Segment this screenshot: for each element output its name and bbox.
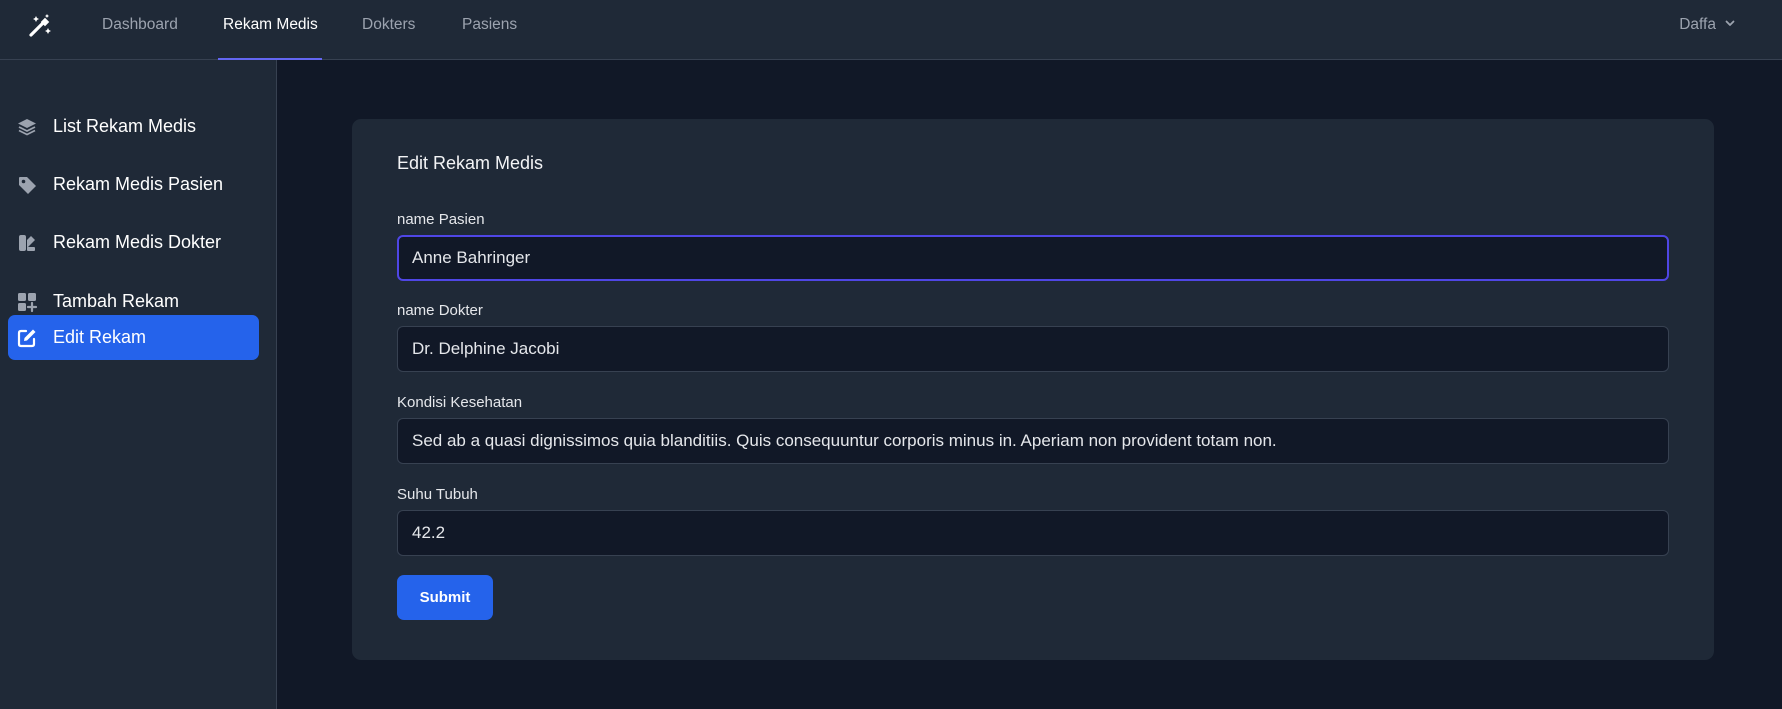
nav-link-pasiens[interactable]: Pasiens — [462, 0, 517, 60]
grid-plus-icon — [16, 291, 38, 313]
suhu-tubuh-input[interactable] — [397, 510, 1669, 556]
submit-button[interactable]: Submit — [397, 575, 493, 620]
swatch-icon — [16, 232, 38, 254]
sidebar-item-label: List Rekam Medis — [53, 116, 197, 136]
nama-pasien-label: name Pasien — [397, 211, 485, 228]
sidebar-item-rekam-medis-pasien[interactable]: Rekam Medis Pasien — [8, 162, 259, 207]
tag-icon — [16, 174, 38, 196]
nav-link-dashboard[interactable]: Dashboard — [102, 0, 178, 60]
suhu-tubuh-label: Suhu Tubuh — [397, 486, 478, 503]
form-title: Edit Rekam Medis — [397, 153, 544, 173]
nama-dokter-input[interactable] — [397, 326, 1669, 372]
nav-link-rekam-medis[interactable]: Rekam Medis — [223, 0, 318, 60]
nama-dokter-label: name Dokter — [397, 302, 483, 319]
edit-form-card: Edit Rekam Medis name Pasien name Dokter… — [352, 119, 1714, 660]
kondisi-kesehatan-input[interactable] — [397, 418, 1669, 464]
sidebar: List Rekam Medis Rekam Medis Pasien Reka… — [0, 60, 277, 709]
top-navbar: Dashboard Rekam Medis Dokters Pasiens Da… — [0, 0, 1782, 60]
sidebar-item-label: Rekam Medis Dokter — [53, 232, 222, 252]
edit-icon — [16, 327, 38, 349]
sidebar-item-list-rekam-medis[interactable]: List Rekam Medis — [8, 104, 259, 149]
user-name: Daffa — [1679, 16, 1716, 33]
layers-icon — [16, 116, 38, 138]
nav-link-dokters[interactable]: Dokters — [362, 0, 415, 60]
user-menu[interactable]: Daffa — [1679, 0, 1736, 50]
kondisi-kesehatan-label: Kondisi Kesehatan — [397, 394, 523, 411]
sidebar-item-label: Rekam Medis Pasien — [53, 174, 224, 194]
sidebar-item-edit-rekam[interactable]: Edit Rekam — [8, 315, 259, 360]
sidebar-item-label: Edit Rekam — [53, 327, 147, 347]
sidebar-item-label: Tambah Rekam — [53, 291, 180, 311]
chevron-down-icon — [1724, 16, 1736, 34]
magic-wand-icon[interactable] — [26, 12, 54, 40]
nama-pasien-input[interactable] — [397, 235, 1669, 281]
sidebar-item-rekam-medis-dokter[interactable]: Rekam Medis Dokter — [8, 220, 259, 265]
